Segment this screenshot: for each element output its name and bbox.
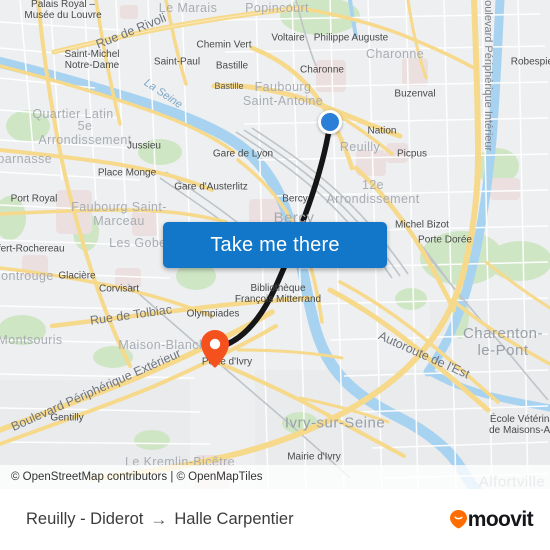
arrow-right-icon: → xyxy=(150,509,168,529)
route-destination-label: Halle Carpentier xyxy=(174,510,294,528)
map-attribution: © OpenStreetMap contributors | © OpenMap… xyxy=(0,465,550,489)
route-origin-label: Reuilly - Diderot xyxy=(26,510,144,528)
destination-marker[interactable] xyxy=(201,330,229,368)
footer-bar: Reuilly - Diderot → Halle Carpentier moo… xyxy=(0,489,550,550)
moovit-route-screenshot: Palais Royal – Musée du Louvre Le Marais Po… xyxy=(0,0,550,550)
route-summary: Reuilly - Diderot → Halle Carpentier xyxy=(26,510,294,530)
origin-marker[interactable] xyxy=(318,110,342,134)
map-canvas[interactable]: Palais Royal – Musée du Louvre Le Marais Po… xyxy=(0,0,550,489)
moovit-wordmark: moovit xyxy=(467,507,534,531)
moovit-logo[interactable]: moovit xyxy=(449,507,534,532)
moovit-pin-icon xyxy=(449,510,467,529)
take-me-there-button[interactable]: Take me there xyxy=(163,222,387,268)
